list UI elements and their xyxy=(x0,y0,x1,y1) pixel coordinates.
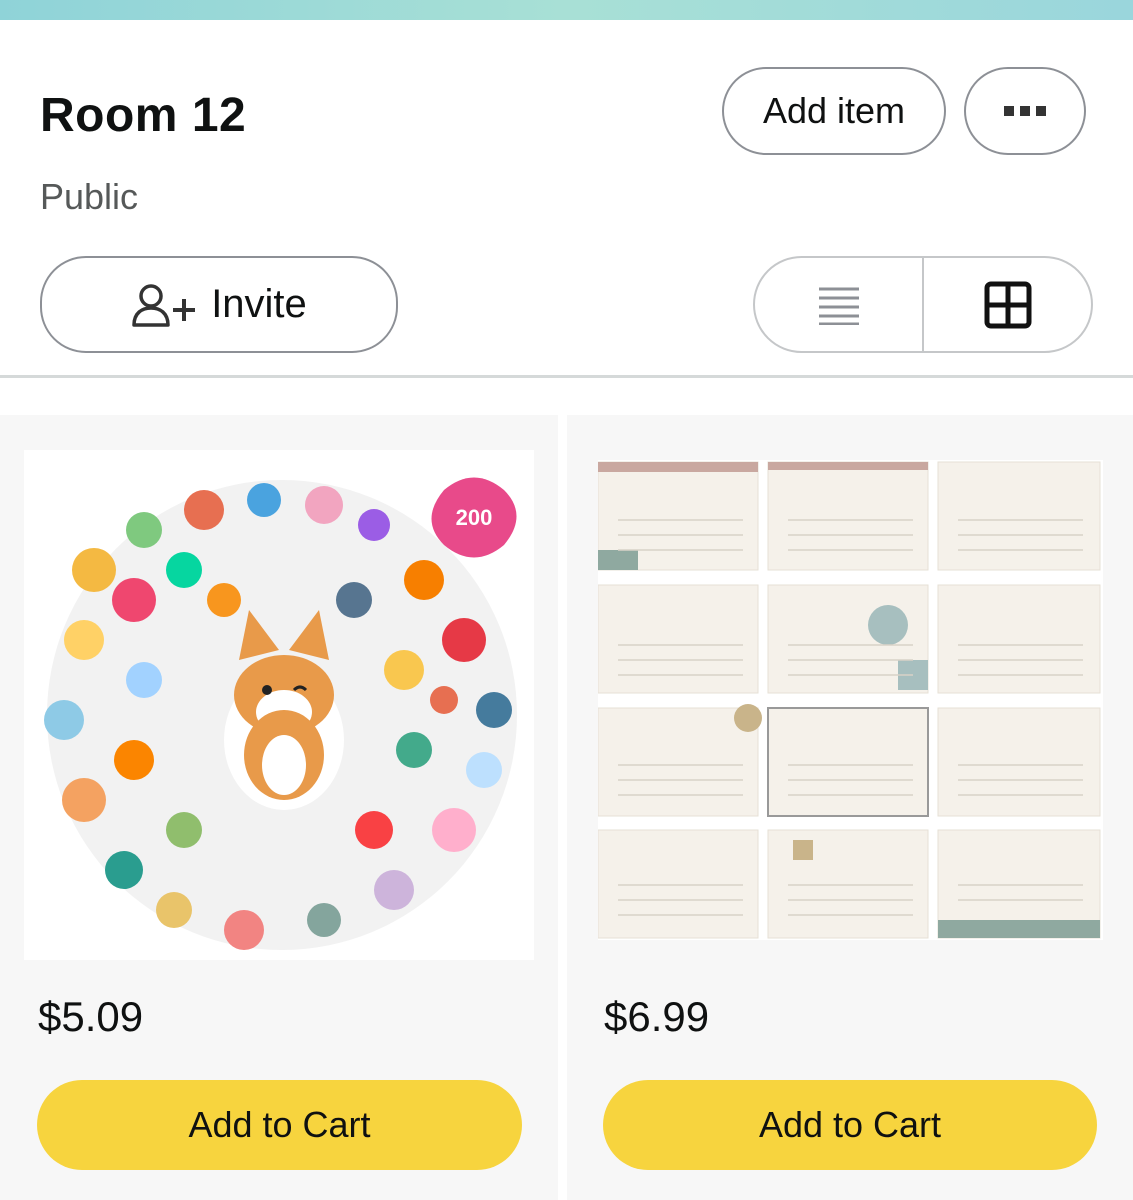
more-options-button[interactable] xyxy=(964,67,1086,155)
list-view-icon xyxy=(818,287,859,325)
product-image-stickers[interactable]: 200 xyxy=(24,450,534,960)
view-toggle xyxy=(753,256,1093,353)
more-horizontal-icon xyxy=(1004,106,1046,116)
product-image-cards[interactable] xyxy=(598,460,1103,940)
grid-view-button[interactable] xyxy=(922,258,1091,351)
add-to-cart-button[interactable]: Add to Cart xyxy=(603,1080,1097,1170)
list-view-button[interactable] xyxy=(755,258,922,351)
page-title: Room 12 xyxy=(40,89,247,142)
item-price: $5.09 xyxy=(38,993,144,1040)
privacy-label[interactable]: Public xyxy=(40,176,138,218)
invite-button[interactable]: Invite xyxy=(40,256,398,353)
svg-text:200: 200 xyxy=(456,505,493,530)
item-price: $6.99 xyxy=(604,993,710,1040)
top-gradient-strip xyxy=(0,0,1133,20)
grid-view-icon xyxy=(984,281,1031,328)
add-to-cart-button[interactable]: Add to Cart xyxy=(37,1080,522,1170)
section-divider xyxy=(0,375,1133,378)
add-item-button[interactable]: Add item xyxy=(722,67,946,155)
invite-label: Invite xyxy=(211,282,307,326)
add-person-icon xyxy=(132,283,196,327)
